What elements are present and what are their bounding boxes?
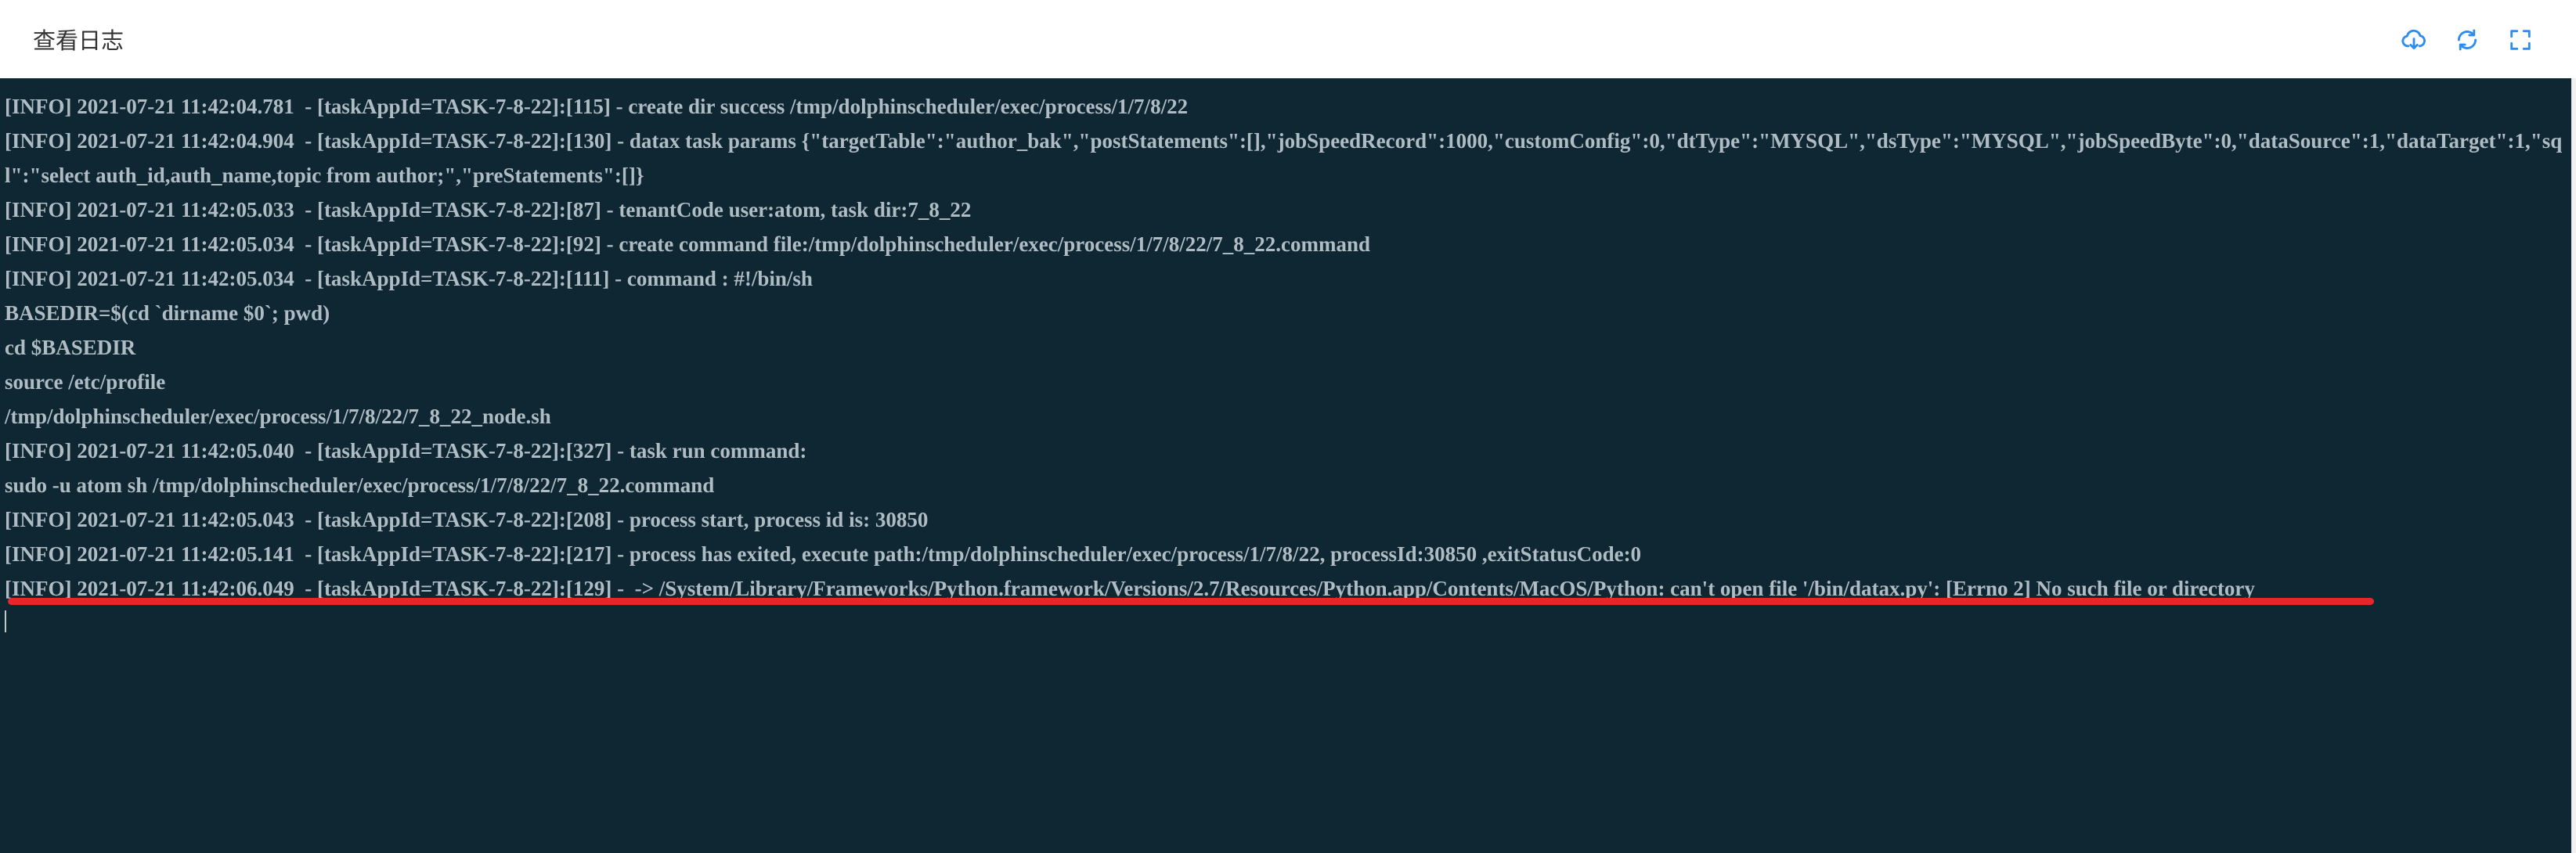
log-content[interactable]: [INFO] 2021-07-21 11:42:04.781 - [taskAp… [0, 78, 2571, 853]
log-line: [INFO] 2021-07-21 11:42:05.141 - [taskAp… [5, 542, 1642, 566]
dialog-title: 查看日志 [33, 27, 124, 54]
log-line: [INFO] 2021-07-21 11:42:05.033 - [taskAp… [5, 198, 972, 221]
log-line: [INFO] 2021-07-21 11:42:05.043 - [taskAp… [5, 508, 929, 531]
cloud-download-icon[interactable] [2399, 25, 2429, 55]
scrollbar[interactable] [2571, 78, 2576, 853]
log-line: source /etc/profile [5, 370, 166, 394]
log-line: [INFO] 2021-07-21 11:42:05.034 - [taskAp… [5, 232, 1371, 256]
log-line: [INFO] 2021-07-21 11:42:05.040 - [taskAp… [5, 439, 807, 462]
log-line: BASEDIR=$(cd `dirname $0`; pwd) [5, 301, 330, 325]
log-dialog: 查看日志 [INFO] 2021-07-21 11:42:04.781 - [t… [0, 0, 2576, 853]
dialog-header: 查看日志 [0, 0, 2576, 78]
fullscreen-icon[interactable] [2506, 25, 2535, 55]
log-line: [INFO] 2021-07-21 11:42:04.781 - [taskAp… [5, 95, 1189, 118]
log-line: sudo -u atom sh /tmp/dolphinscheduler/ex… [5, 473, 715, 497]
log-line: [INFO] 2021-07-21 11:42:05.034 - [taskAp… [5, 267, 813, 290]
refresh-icon[interactable] [2452, 25, 2482, 55]
error-highlight-underline [8, 598, 2374, 605]
log-line: [INFO] 2021-07-21 11:42:04.904 - [taskAp… [5, 129, 2563, 187]
log-text: [INFO] 2021-07-21 11:42:04.781 - [taskAp… [5, 89, 2567, 606]
log-line: /tmp/dolphinscheduler/exec/process/1/7/8… [5, 405, 551, 428]
text-cursor [5, 610, 6, 632]
header-toolbar [2399, 25, 2535, 55]
log-line: cd $BASEDIR [5, 336, 136, 359]
